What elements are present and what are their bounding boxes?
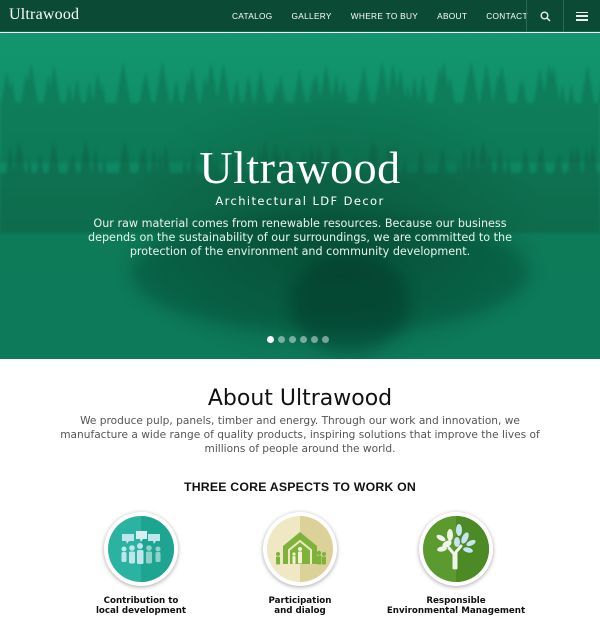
tree-silhouette: [216, 63, 231, 103]
search-button[interactable]: [526, 0, 563, 32]
tree-silhouette: [172, 79, 181, 103]
slider-dot-4[interactable]: [300, 336, 307, 343]
nav-link-gallery[interactable]: GALLERY: [292, 11, 332, 21]
aspect-badge: [263, 512, 337, 586]
top-navigation: Ultrawood CATALOG GALLERY WHERE TO BUY A…: [0, 0, 600, 32]
tree-silhouette: [580, 65, 595, 103]
slider-dots: [267, 336, 329, 343]
tree-silhouette: [463, 61, 479, 103]
nav-link-contact[interactable]: CONTACT: [486, 11, 528, 21]
aspect-label: Participation and dialog: [268, 596, 332, 616]
nav-link-about[interactable]: ABOUT: [437, 11, 467, 21]
aspect-label: Responsible Environmental Management: [386, 596, 526, 616]
aspect-label: Contribution to local development: [95, 596, 187, 616]
aspect-local-development[interactable]: Contribution to local development: [61, 512, 221, 616]
tree-silhouette: [204, 62, 219, 103]
tree-silhouette: [155, 61, 170, 103]
tree-silhouette: [243, 75, 254, 103]
slider-dot-5[interactable]: [311, 336, 318, 343]
tree-silhouette: [85, 81, 94, 103]
tree-silhouette: [567, 84, 575, 103]
main-menu: CATALOG GALLERY WHERE TO BUY ABOUT CONTA…: [232, 0, 547, 32]
hero-slider: Ultrawood Architectural LDF Decor Our ra…: [0, 33, 600, 359]
hamburger-icon: [576, 11, 588, 21]
tree-silhouette: [65, 83, 73, 103]
slider-dot-1[interactable]: [267, 336, 274, 343]
tree-silhouette: [331, 74, 342, 103]
tree-hand-icon: [423, 516, 489, 582]
aspect-badge: [104, 512, 178, 586]
tree-silhouette: [374, 61, 390, 103]
about-title: About Ultrawood: [207, 386, 393, 411]
slider-dot-2[interactable]: [278, 336, 285, 343]
about-description: We produce pulp, panels, timber and ener…: [60, 415, 540, 455]
hero-description: Our raw material comes from renewable re…: [87, 217, 513, 258]
menu-button[interactable]: [563, 0, 600, 32]
tree-silhouette: [232, 79, 241, 103]
aspect-environmental-management[interactable]: Responsible Environmental Management: [376, 512, 536, 616]
slider-dot-6[interactable]: [322, 336, 329, 343]
tree-silhouette: [319, 64, 333, 103]
hero-title: Ultrawood: [199, 142, 401, 193]
slider-dot-3[interactable]: [289, 336, 296, 343]
tree-silhouette: [339, 79, 348, 103]
tree-silhouette: [409, 76, 420, 103]
search-icon: [540, 11, 551, 22]
logo[interactable]: Ultrawood: [9, 6, 79, 24]
tree-silhouette: [404, 84, 412, 103]
aspect-participation-dialog[interactable]: Participation and dialog: [220, 512, 380, 616]
family-house-icon: [267, 516, 333, 582]
nav-link-where-to-buy[interactable]: WHERE TO BUY: [351, 11, 418, 21]
nav-link-catalog[interactable]: CATALOG: [232, 11, 273, 21]
core-aspects-title: THREE CORE ASPECTS TO WORK ON: [184, 480, 416, 494]
aspect-badge: [419, 512, 493, 586]
tree-silhouette: [479, 64, 494, 103]
tree-silhouette: [418, 75, 428, 103]
tree-silhouette: [293, 69, 306, 103]
tree-silhouette: [140, 71, 152, 103]
tree-silhouette: [72, 79, 82, 103]
hero-subtitle: Architectural LDF Decor: [215, 194, 385, 208]
tree-silhouette: [357, 66, 371, 103]
tree-silhouette: [559, 84, 566, 103]
people-dialog-icon: [108, 516, 174, 582]
